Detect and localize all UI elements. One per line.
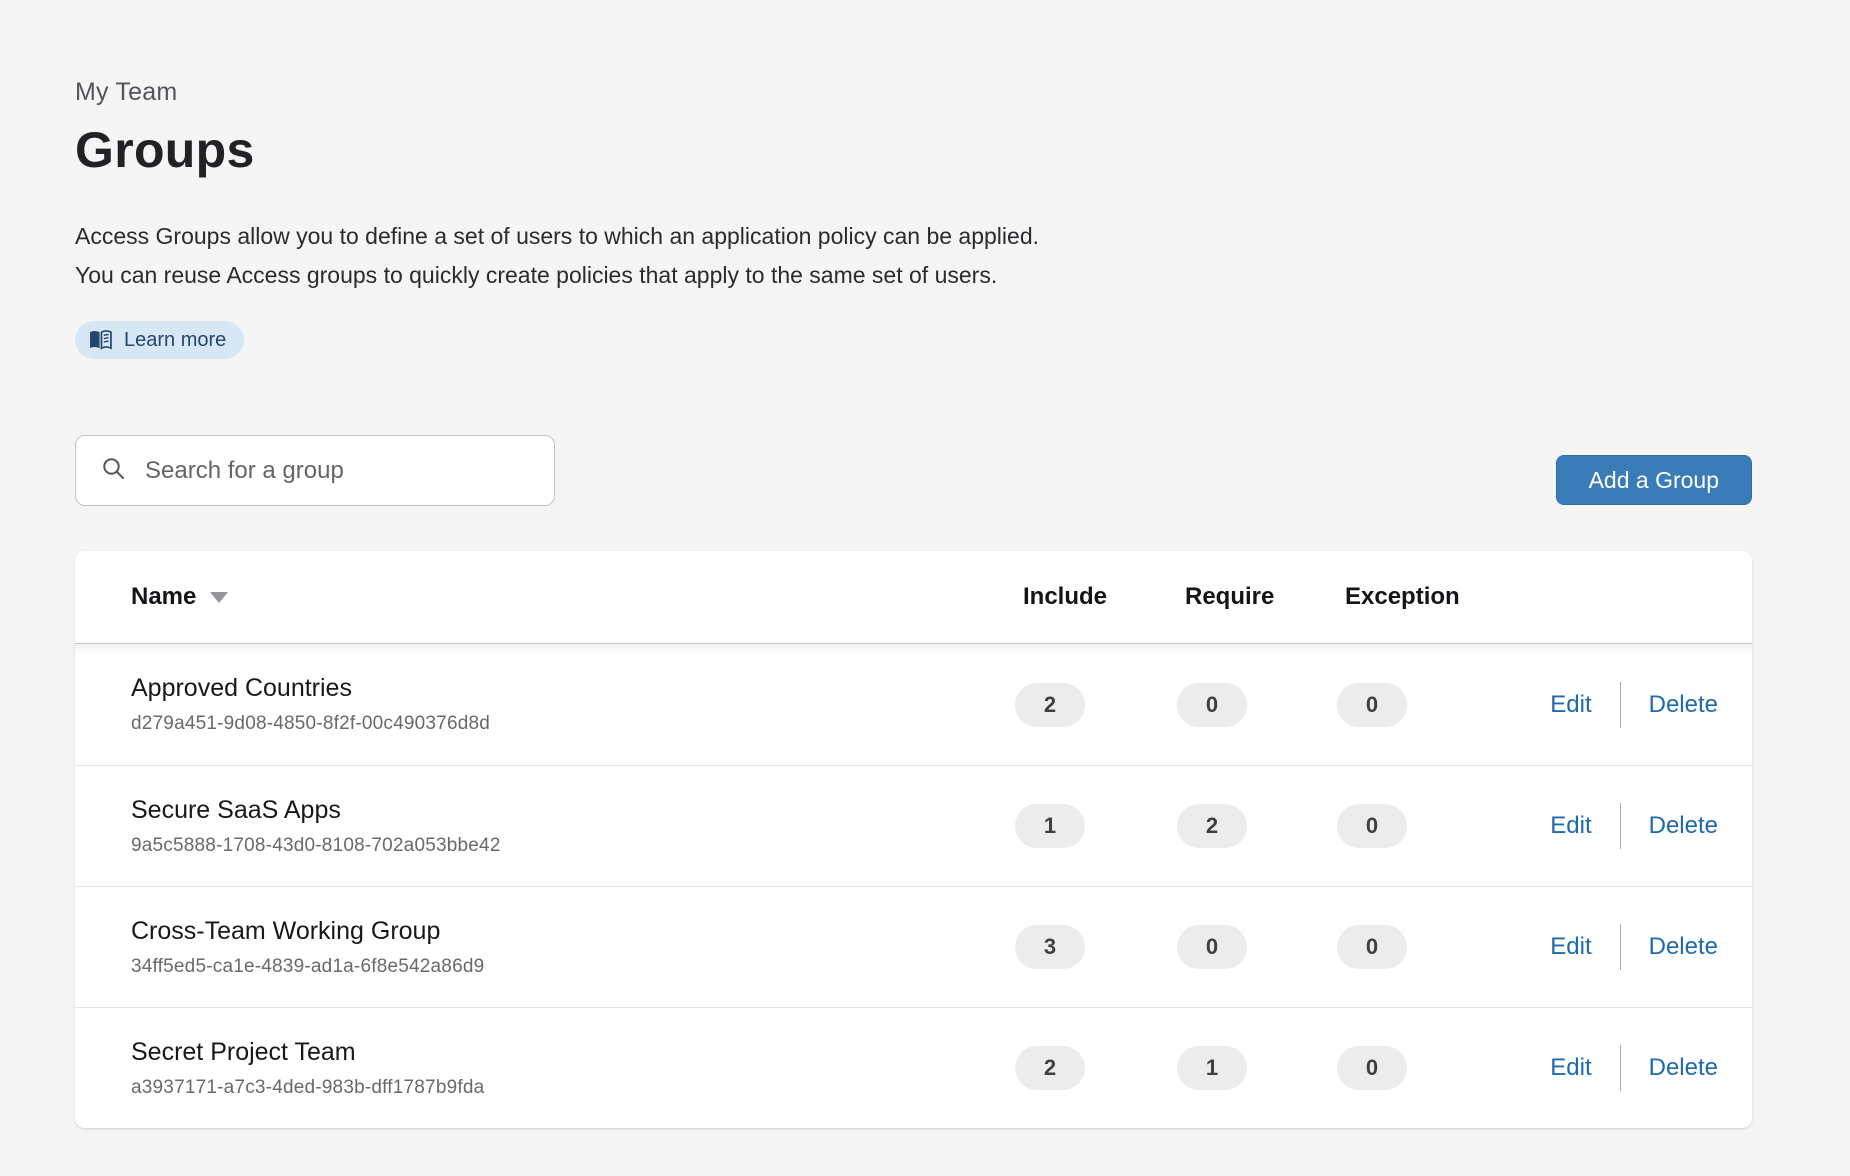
groups-table: Name Include Require Exception Approved … [75,551,1752,1128]
cell-name: Secure SaaS Apps 9a5c5888-1708-43d0-8108… [75,796,1015,857]
description-line-1: Access Groups allow you to define a set … [75,217,1752,256]
action-divider [1620,682,1621,728]
learn-more-button[interactable]: Learn more [75,321,244,359]
require-count-badge: 2 [1177,804,1247,848]
include-count-badge: 3 [1015,925,1085,969]
action-divider [1620,803,1621,849]
delete-button[interactable]: Delete [1649,933,1718,961]
open-book-icon [89,330,112,350]
header-cell-name: Name [75,583,1015,611]
table-row: Approved Countries d279a451-9d08-4850-8f… [75,644,1752,765]
page-title: Groups [75,121,1752,179]
delete-button[interactable]: Delete [1649,1054,1718,1082]
sort-triangle-down-icon[interactable] [210,592,228,603]
require-count-badge: 1 [1177,1046,1247,1090]
group-name: Secure SaaS Apps [131,796,501,825]
require-column-header: Require [1177,583,1274,611]
group-search-box[interactable] [75,435,555,506]
require-count-badge: 0 [1177,925,1247,969]
table-row: Secure SaaS Apps 9a5c5888-1708-43d0-8108… [75,765,1752,886]
cell-require: 1 [1177,1046,1337,1090]
exception-count-badge: 0 [1337,804,1407,848]
group-id: 34ff5ed5-ca1e-4839-ad1a-6f8e542a86d9 [131,956,484,978]
delete-button[interactable]: Delete [1649,812,1718,840]
toolbar: Add a Group [75,435,1752,506]
cell-require: 2 [1177,804,1337,848]
table-header-row: Name Include Require Exception [75,551,1752,644]
group-name: Secret Project Team [131,1038,484,1067]
add-group-button[interactable]: Add a Group [1556,455,1752,505]
edit-button[interactable]: Edit [1550,933,1591,961]
include-count-badge: 2 [1015,1046,1085,1090]
cell-exception: 0 [1337,683,1508,727]
name-column-header: Name [131,583,196,611]
description-line-2: You can reuse Access groups to quickly c… [75,256,1752,295]
cell-require: 0 [1177,683,1337,727]
group-id: a3937171-a7c3-4ded-983b-dff1787b9fda [131,1077,484,1099]
learn-more-label: Learn more [124,329,226,352]
edit-button[interactable]: Edit [1550,691,1591,719]
exception-column-header: Exception [1337,583,1460,611]
page-content: My Team Groups Access Groups allow you t… [75,0,1752,1128]
group-id: d279a451-9d08-4850-8f2f-00c490376d8d [131,713,490,735]
group-name: Cross-Team Working Group [131,917,484,946]
table-row: Secret Project Team a3937171-a7c3-4ded-9… [75,1007,1752,1128]
cell-actions: Edit Delete [1508,924,1752,970]
header-cell-require: Require [1177,583,1337,611]
delete-button[interactable]: Delete [1649,691,1718,719]
header-cell-exception: Exception [1337,583,1508,611]
exception-count-badge: 0 [1337,1046,1407,1090]
cell-actions: Edit Delete [1508,682,1752,728]
cell-require: 0 [1177,925,1337,969]
header-cell-include: Include [1015,583,1177,611]
cell-name: Secret Project Team a3937171-a7c3-4ded-9… [75,1038,1015,1099]
edit-button[interactable]: Edit [1550,812,1591,840]
search-input[interactable] [145,436,534,505]
exception-count-badge: 0 [1337,925,1407,969]
cell-name: Approved Countries d279a451-9d08-4850-8f… [75,674,1015,735]
exception-count-badge: 0 [1337,683,1407,727]
breadcrumb: My Team [75,78,1752,107]
group-name: Approved Countries [131,674,490,703]
cell-exception: 0 [1337,925,1508,969]
include-count-badge: 2 [1015,683,1085,727]
page-description: Access Groups allow you to define a set … [75,217,1752,295]
group-id: 9a5c5888-1708-43d0-8108-702a053bbe42 [131,835,501,857]
cell-actions: Edit Delete [1508,1045,1752,1091]
cell-actions: Edit Delete [1508,803,1752,849]
action-divider [1620,1045,1621,1091]
require-count-badge: 0 [1177,683,1247,727]
action-divider [1620,924,1621,970]
edit-button[interactable]: Edit [1550,1054,1591,1082]
table-row: Cross-Team Working Group 34ff5ed5-ca1e-4… [75,886,1752,1007]
cell-include: 2 [1015,683,1177,727]
cell-exception: 0 [1337,1046,1508,1090]
cell-name: Cross-Team Working Group 34ff5ed5-ca1e-4… [75,917,1015,978]
table-body: Approved Countries d279a451-9d08-4850-8f… [75,644,1752,1128]
cell-exception: 0 [1337,804,1508,848]
cell-include: 3 [1015,925,1177,969]
cell-include: 2 [1015,1046,1177,1090]
search-icon [100,455,127,487]
include-count-badge: 1 [1015,804,1085,848]
include-column-header: Include [1015,583,1107,611]
cell-include: 1 [1015,804,1177,848]
